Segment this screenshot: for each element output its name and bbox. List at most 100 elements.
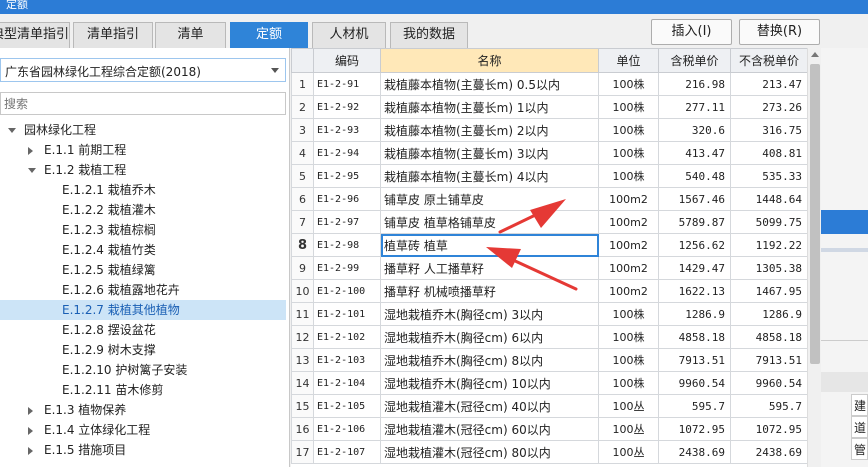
table-row[interactable]: 3 E1-2-93 栽植藤本植物(主蔓长m) 2以内 100株 320.6 316.75 [291,118,807,142]
col-header-price-notax[interactable]: 不含税单价 [730,48,807,73]
cell-name[interactable]: 湿地栽植乔木(胸径cm) 10以内 [380,371,599,395]
cell-price-notax[interactable]: 5099.75 [730,210,807,234]
cell-price-notax[interactable]: 1305.38 [730,256,807,280]
tab-labor-material-machine[interactable]: 人材机 [312,22,386,48]
cell-price-tax[interactable]: 413.47 [658,141,731,165]
cell-unit[interactable]: 100m2 [598,279,659,303]
cell-name[interactable]: 栽植藤本植物(主蔓长m) 0.5以内 [380,72,599,96]
table-row[interactable]: 4 E1-2-94 栽植藤本植物(主蔓长m) 3以内 100株 413.47 408.81 [291,141,807,165]
cell-name[interactable]: 栽植藤本植物(主蔓长m) 3以内 [380,141,599,165]
tree-expand-icon[interactable] [28,407,33,415]
cell-unit[interactable]: 100株 [598,371,659,395]
cell-price-notax[interactable]: 9960.54 [730,371,807,395]
cell-code[interactable]: E1-2-92 [313,95,381,119]
cell-name[interactable]: 铺草皮 原土铺草皮 [380,187,599,211]
tree-item[interactable]: E.1.2.6 栽植露地花卉 [0,280,286,300]
tree-collapse-icon[interactable] [28,168,36,173]
tree-item[interactable]: E.1.2.5 栽植绿篱 [0,260,286,280]
search-input[interactable] [0,92,286,115]
cell-code[interactable]: E1-2-102 [313,325,381,349]
cell-unit[interactable]: 100丛 [598,417,659,441]
tree-expand-icon[interactable] [28,147,33,155]
col-header-code[interactable]: 编码 [313,48,381,73]
cell-price-tax[interactable]: 2438.69 [658,440,731,464]
cell-unit[interactable]: 100株 [598,118,659,142]
cell-price-notax[interactable]: 1192.22 [730,233,807,257]
table-row[interactable]: 12 E1-2-102 湿地栽植乔木(胸径cm) 6以内 100株 4858.18 485… [291,325,807,349]
cell-unit[interactable]: 100株 [598,164,659,188]
scrollbar-thumb[interactable] [810,64,820,364]
vertical-scrollbar[interactable] [807,48,821,467]
cell-unit[interactable]: 100株 [598,72,659,96]
table-row[interactable]: 17 E1-2-107 湿地栽植灌木(冠径cm) 80以内 100丛 2438.69 24… [291,440,807,464]
tree-item[interactable]: 园林绿化工程 [0,120,286,140]
cell-price-notax[interactable]: 2438.69 [730,440,807,464]
scroll-up-icon[interactable] [811,52,819,57]
right-cell[interactable]: 建 [851,394,868,416]
cell-name[interactable]: 湿地栽植灌木(冠径cm) 60以内 [380,417,599,441]
cell-code[interactable]: E1-2-99 [313,256,381,280]
tree-collapse-icon[interactable] [8,128,16,133]
cell-name[interactable]: 铺草皮 植草格铺草皮 [380,210,599,234]
cell-unit[interactable]: 100株 [598,95,659,119]
cell-price-notax[interactable]: 1286.9 [730,302,807,326]
right-cell[interactable]: 道 [851,416,868,438]
cell-price-tax[interactable]: 1256.62 [658,233,731,257]
cell-price-tax[interactable]: 1072.95 [658,417,731,441]
cell-price-tax[interactable]: 216.98 [658,72,731,96]
cell-code[interactable]: E1-2-106 [313,417,381,441]
quota-library-select[interactable]: 广东省园林绿化工程综合定额(2018) [0,58,286,82]
cell-code[interactable]: E1-2-94 [313,141,381,165]
cell-unit[interactable]: 100株 [598,348,659,372]
cell-code[interactable]: E1-2-91 [313,72,381,96]
cell-price-notax[interactable]: 7913.51 [730,348,807,372]
cell-price-tax[interactable]: 4858.18 [658,325,731,349]
cell-price-tax[interactable]: 5789.87 [658,210,731,234]
tree-item[interactable]: E.1.2.9 树木支撑 [0,340,286,360]
cell-price-tax[interactable]: 540.48 [658,164,731,188]
table-row[interactable]: 10 E1-2-100 播草籽 机械喷播草籽 100m2 1622.13 1467.95 [291,279,807,303]
cell-price-notax[interactable]: 4858.18 [730,325,807,349]
cell-unit[interactable]: 100株 [598,141,659,165]
col-header-price-tax[interactable]: 含税单价 [658,48,731,73]
cell-price-notax[interactable]: 1072.95 [730,417,807,441]
cell-name[interactable]: 播草籽 机械喷播草籽 [380,279,599,303]
cell-code[interactable]: E1-2-103 [313,348,381,372]
insert-button[interactable]: 插入(I) [651,19,732,45]
cell-name[interactable]: 湿地栽植乔木(胸径cm) 3以内 [380,302,599,326]
cell-unit[interactable]: 100丛 [598,440,659,464]
tree-item[interactable]: E.1.1 前期工程 [0,140,286,160]
table-row[interactable]: 15 E1-2-105 湿地栽植灌木(冠径cm) 40以内 100丛 595.7 595.… [291,394,807,418]
table-row[interactable]: 11 E1-2-101 湿地栽植乔木(胸径cm) 3以内 100株 1286.9 1286… [291,302,807,326]
cell-unit[interactable]: 100丛 [598,394,659,418]
cell-price-notax[interactable]: 408.81 [730,141,807,165]
tree-item[interactable]: E.1.5 措施项目 [0,440,286,460]
col-header-unit[interactable]: 单位 [598,48,659,73]
tree-item[interactable]: E.1.2.8 摆设盆花 [0,320,286,340]
tree-item[interactable]: E.1.2.10 护树篱子安装 [0,360,286,380]
table-row[interactable]: 1 E1-2-91 栽植藤本植物(主蔓长m) 0.5以内 100株 216.98 213.… [291,72,807,96]
tree-item[interactable]: E.1.2.3 栽植棕榈 [0,220,286,240]
cell-unit[interactable]: 100m2 [598,233,659,257]
tab-bill-guide[interactable]: 清单指引 [73,22,153,48]
cell-price-tax[interactable]: 595.7 [658,394,731,418]
cell-name[interactable]: 湿地栽植灌木(冠径cm) 40以内 [380,394,599,418]
tab-typical-bill-guide[interactable]: 典型清单指引 [0,22,70,48]
table-row[interactable]: 8 E1-2-98 植草砖 植草 100m2 1256.62 1192.22 [291,233,807,257]
cell-name[interactable]: 栽植藤本植物(主蔓长m) 4以内 [380,164,599,188]
cell-price-notax[interactable]: 1448.64 [730,187,807,211]
cell-code[interactable]: E1-2-104 [313,371,381,395]
col-header-name[interactable]: 名称 [380,48,599,73]
cell-name[interactable]: 播草籽 人工播草籽 [380,256,599,280]
cell-price-notax[interactable]: 273.26 [730,95,807,119]
cell-price-tax[interactable]: 1429.47 [658,256,731,280]
cell-price-notax[interactable]: 535.33 [730,164,807,188]
table-row[interactable]: 16 E1-2-106 湿地栽植灌木(冠径cm) 60以内 100丛 1072.95 10… [291,417,807,441]
tab-my-data[interactable]: 我的数据 [390,22,468,48]
cell-name[interactable]: 栽植藤本植物(主蔓长m) 1以内 [380,95,599,119]
cell-unit[interactable]: 100株 [598,325,659,349]
cell-unit[interactable]: 100m2 [598,256,659,280]
tab-bill[interactable]: 清单 [155,22,226,48]
tree-item[interactable]: E.1.2 栽植工程 [0,160,286,180]
tree-item[interactable]: E.1.4 立体绿化工程 [0,420,286,440]
